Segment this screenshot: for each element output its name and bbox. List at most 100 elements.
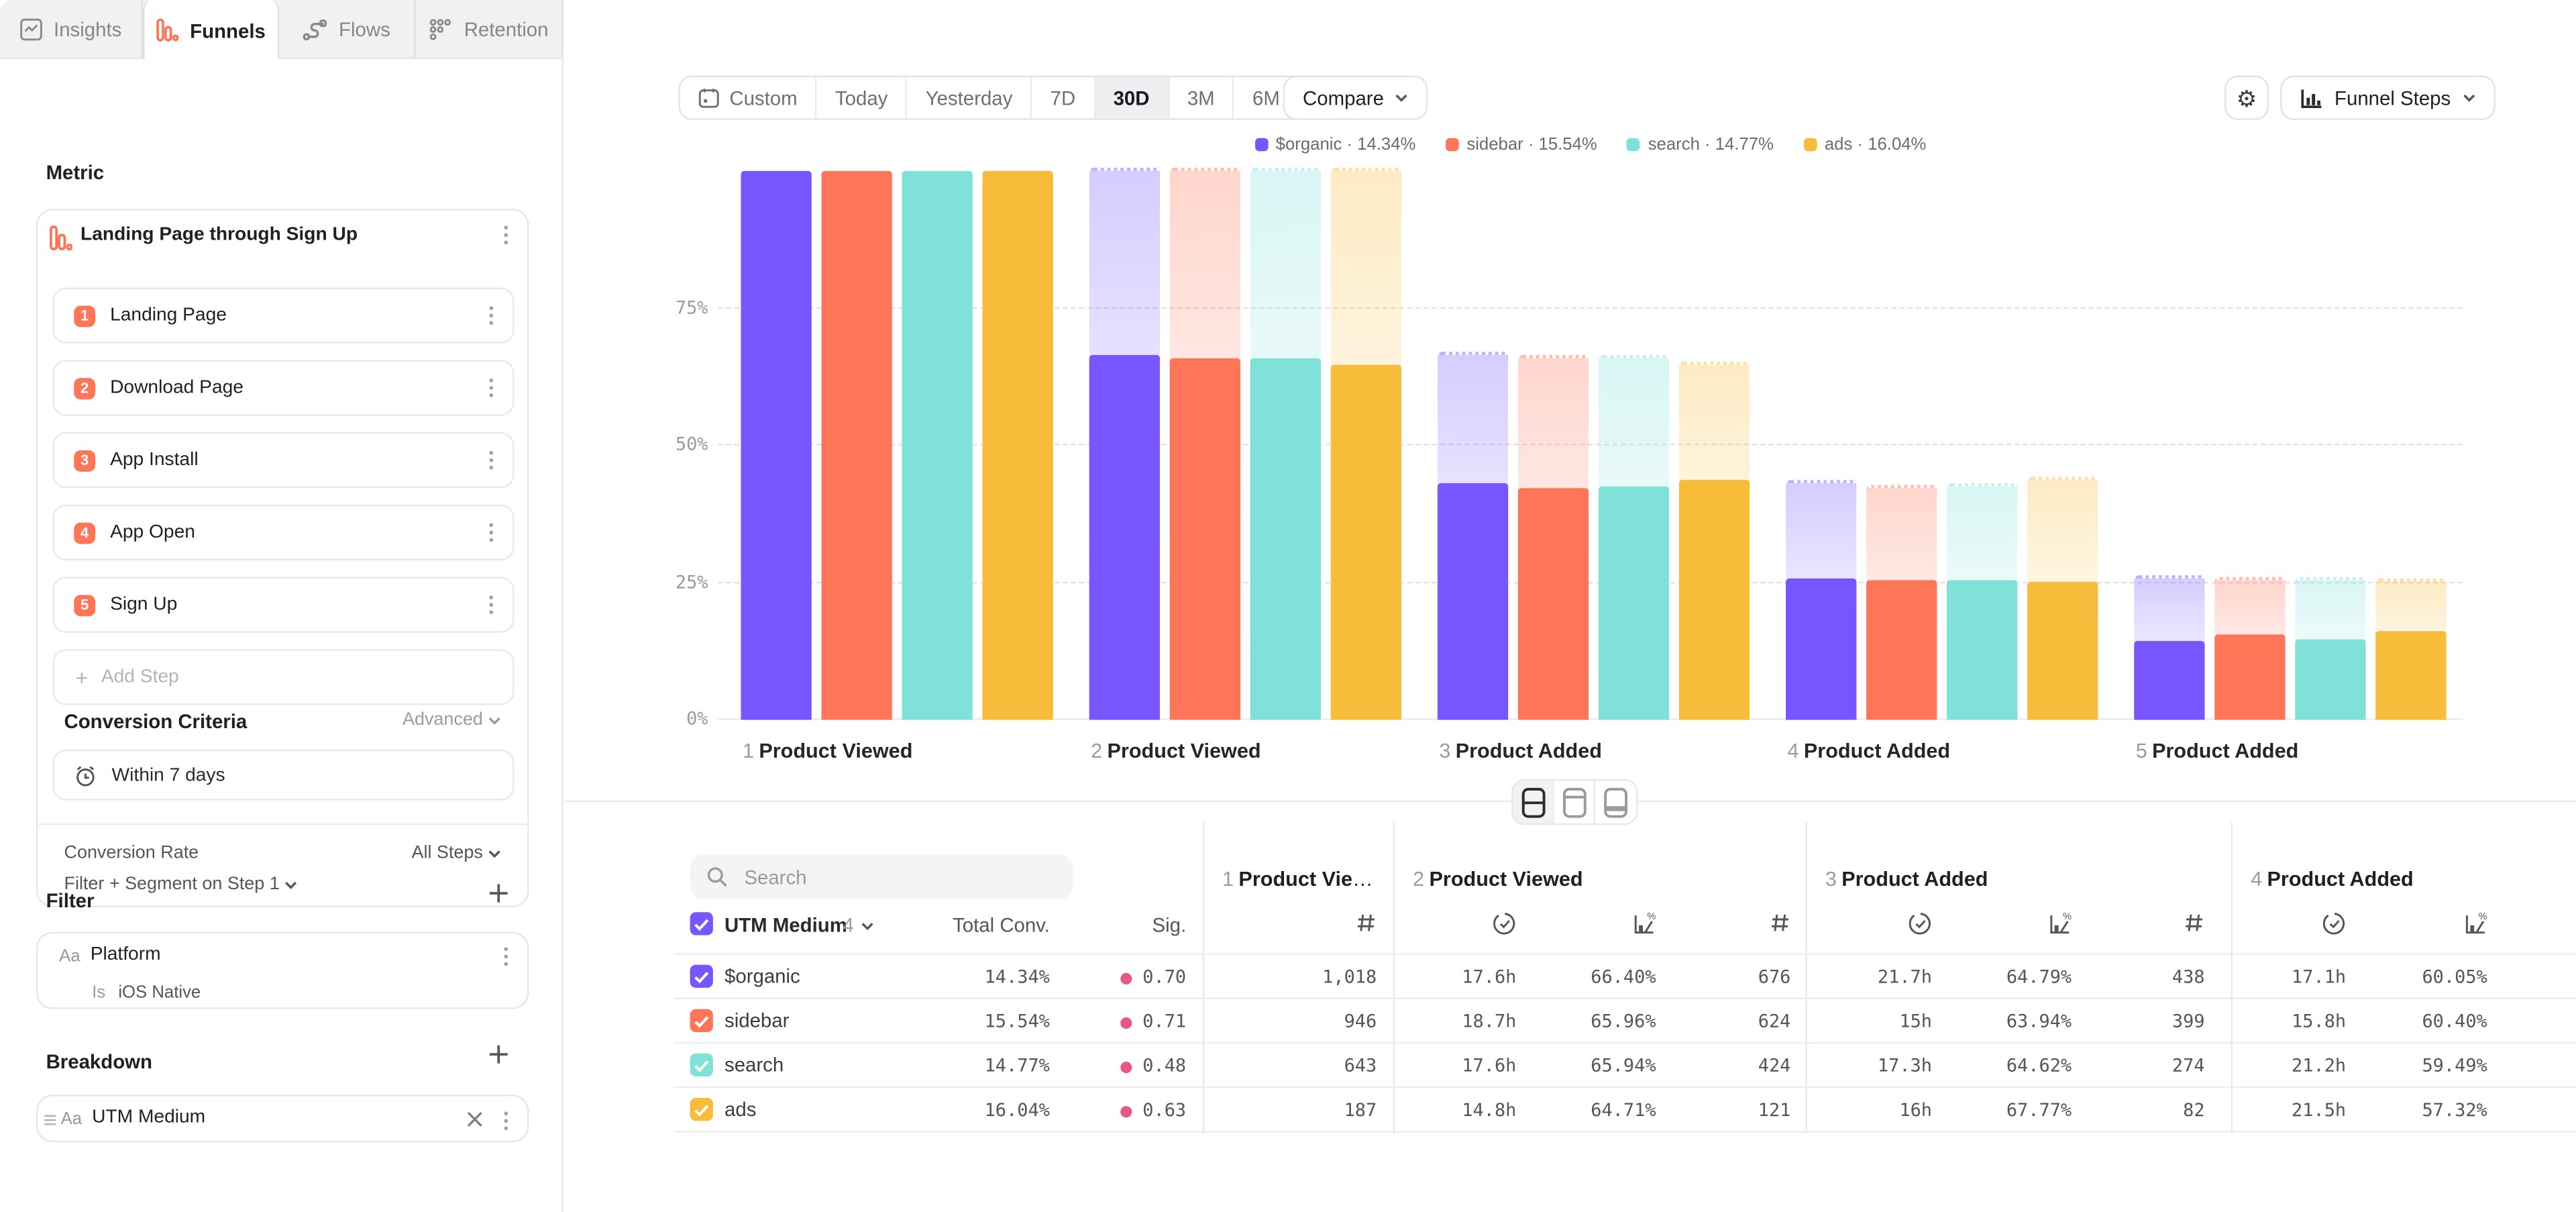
funnel-step-1[interactable]: 1Landing Page [52, 288, 514, 344]
step-kebab-icon[interactable] [483, 304, 499, 327]
step-kebab-icon[interactable] [483, 593, 499, 616]
bar-sidebar-step3[interactable] [1518, 354, 1589, 719]
bar-solid [1331, 364, 1401, 719]
row-divider [674, 1086, 2576, 1087]
funnel-step-4[interactable]: 4App Open [52, 505, 514, 560]
chart-view-toggle[interactable] [1554, 780, 1595, 823]
row-divider [674, 1130, 2576, 1131]
range-label: 7D [1051, 87, 1076, 109]
row-checkbox-ads[interactable] [690, 1098, 713, 1121]
tab-insights[interactable]: Insights [0, 0, 142, 58]
property-type-icon: Aa [59, 947, 80, 966]
bar-search-step4[interactable] [1947, 483, 2017, 719]
legend-item-sidebar[interactable]: sidebar · 15.54% [1446, 135, 1597, 154]
row-checkbox-sidebar[interactable] [690, 1009, 713, 1032]
bar-search-step1[interactable] [902, 171, 973, 720]
range-3m[interactable]: 3M [1169, 77, 1234, 118]
metric-value: 65.96% [1591, 1011, 1656, 1032]
tab-retention[interactable]: Retention [416, 0, 561, 58]
breakdown-kebab-icon[interactable] [498, 1109, 514, 1132]
legend-item-ads[interactable]: ads · 16.04% [1803, 135, 1926, 154]
table-view-toggle[interactable] [1595, 780, 1636, 823]
step-kebab-icon[interactable] [483, 376, 499, 399]
metric-value: 17.6h [1462, 966, 1516, 988]
filter-operator[interactable]: Is [92, 983, 105, 1003]
row-checkbox-organic[interactable] [690, 965, 713, 988]
bar-ads-step1[interactable] [983, 171, 1053, 720]
table-search[interactable] [690, 854, 1073, 899]
bar-sidebar-step5[interactable] [2214, 576, 2285, 719]
bar-solid [1518, 489, 1589, 720]
compare-button[interactable]: Compare [1283, 76, 1428, 120]
split-view-toggle[interactable] [1513, 780, 1554, 823]
filter-kebab-icon[interactable] [498, 945, 514, 968]
funnel-step-5[interactable]: 5Sign Up [52, 577, 514, 633]
settings-button[interactable]: ⚙ [2224, 76, 2269, 120]
funnel-step-3[interactable]: 3App Install [52, 432, 514, 488]
bar-organic-step5[interactable] [2134, 574, 2204, 719]
y-axis-tick: 50% [676, 434, 708, 455]
step-number-badge: 4 [74, 522, 95, 544]
x-axis-label: 4Product Added [1788, 740, 1951, 762]
bar-search-step5[interactable] [2295, 577, 2365, 719]
bar-search-step2[interactable] [1250, 168, 1321, 720]
bar-ads-step5[interactable] [2375, 578, 2446, 719]
breakdown-count: 4 [843, 914, 853, 937]
range-today[interactable]: Today [817, 77, 908, 118]
add-breakdown-button[interactable] [488, 1044, 509, 1065]
row-label: sidebar [724, 1009, 789, 1032]
tab-flows[interactable]: Flows [278, 0, 416, 58]
step-number-badge: 2 [74, 377, 95, 399]
conversion-window-field[interactable]: Within 7 days [52, 750, 514, 801]
filter-value[interactable]: iOS Native [118, 983, 201, 1003]
row-checkbox-search[interactable] [690, 1054, 713, 1076]
bar-ads-step2[interactable] [1331, 168, 1401, 720]
funnel-steps-dropdown[interactable]: Funnel Steps [2280, 76, 2495, 120]
legend-item-organic[interactable]: $organic · 14.34% [1254, 135, 1416, 154]
all-steps-dropdown[interactable]: All Steps [412, 843, 501, 862]
filter-segment-dropdown[interactable]: Filter + Segment on Step 1 [64, 874, 298, 894]
x-axis-label: 1Product Viewed [743, 740, 912, 762]
bar-organic-step2[interactable] [1089, 168, 1160, 720]
search-input[interactable] [741, 864, 1026, 890]
range-yesterday[interactable]: Yesterday [908, 77, 1032, 118]
range-7d[interactable]: 7D [1032, 77, 1095, 118]
range-custom[interactable]: Custom [680, 77, 817, 118]
breakdown-card[interactable]: Aa UTM Medium [36, 1095, 529, 1142]
select-all-checkbox[interactable] [690, 912, 713, 935]
tab-label: Funnels [190, 19, 266, 42]
bar-search-step3[interactable] [1599, 354, 1669, 719]
step-number-badge: 5 [74, 594, 95, 615]
tab-funnels[interactable]: Funnels [142, 0, 278, 61]
bar-sidebar-step4[interactable] [1866, 485, 1937, 720]
bar-organic-step3[interactable] [1438, 352, 1508, 720]
legend-swatch [1627, 138, 1640, 152]
bar-ads-step3[interactable] [1679, 361, 1750, 719]
bar-sidebar-step2[interactable] [1170, 168, 1240, 720]
step-kebab-icon[interactable] [483, 449, 499, 472]
metric-value: 399 [2172, 1011, 2205, 1032]
step-number-badge: 1 [74, 305, 95, 326]
chevron-down-icon[interactable] [861, 922, 874, 930]
tab-label: Retention [464, 17, 549, 40]
add-filter-button[interactable] [488, 882, 509, 904]
filter-card[interactable]: Aa Platform Is iOS Native [36, 932, 529, 1009]
total-conv-value: 16.04% [985, 1099, 1050, 1121]
range-30d[interactable]: 30D [1095, 77, 1169, 118]
legend-item-search[interactable]: search · 14.77% [1627, 135, 1774, 154]
metric-value: 15h [1899, 1011, 1932, 1032]
add-step-button[interactable]: + Add Step [52, 649, 514, 705]
bar-organic-step1[interactable] [741, 171, 811, 720]
step-kebab-icon[interactable] [483, 521, 499, 544]
bar-ads-step4[interactable] [2027, 476, 2098, 720]
bar-organic-step4[interactable] [1786, 481, 1856, 720]
close-icon[interactable] [467, 1111, 483, 1127]
drag-handle-icon[interactable] [44, 1114, 56, 1125]
funnel-step-2[interactable]: 2Download Page [52, 360, 514, 415]
tab-label: Flows [339, 17, 390, 40]
chevron-down-icon [488, 716, 501, 724]
advanced-dropdown[interactable]: Advanced [402, 710, 501, 729]
conv-icon: % [2464, 912, 2487, 935]
funnel-kebab-icon[interactable] [498, 223, 514, 246]
bar-sidebar-step1[interactable] [822, 171, 892, 720]
